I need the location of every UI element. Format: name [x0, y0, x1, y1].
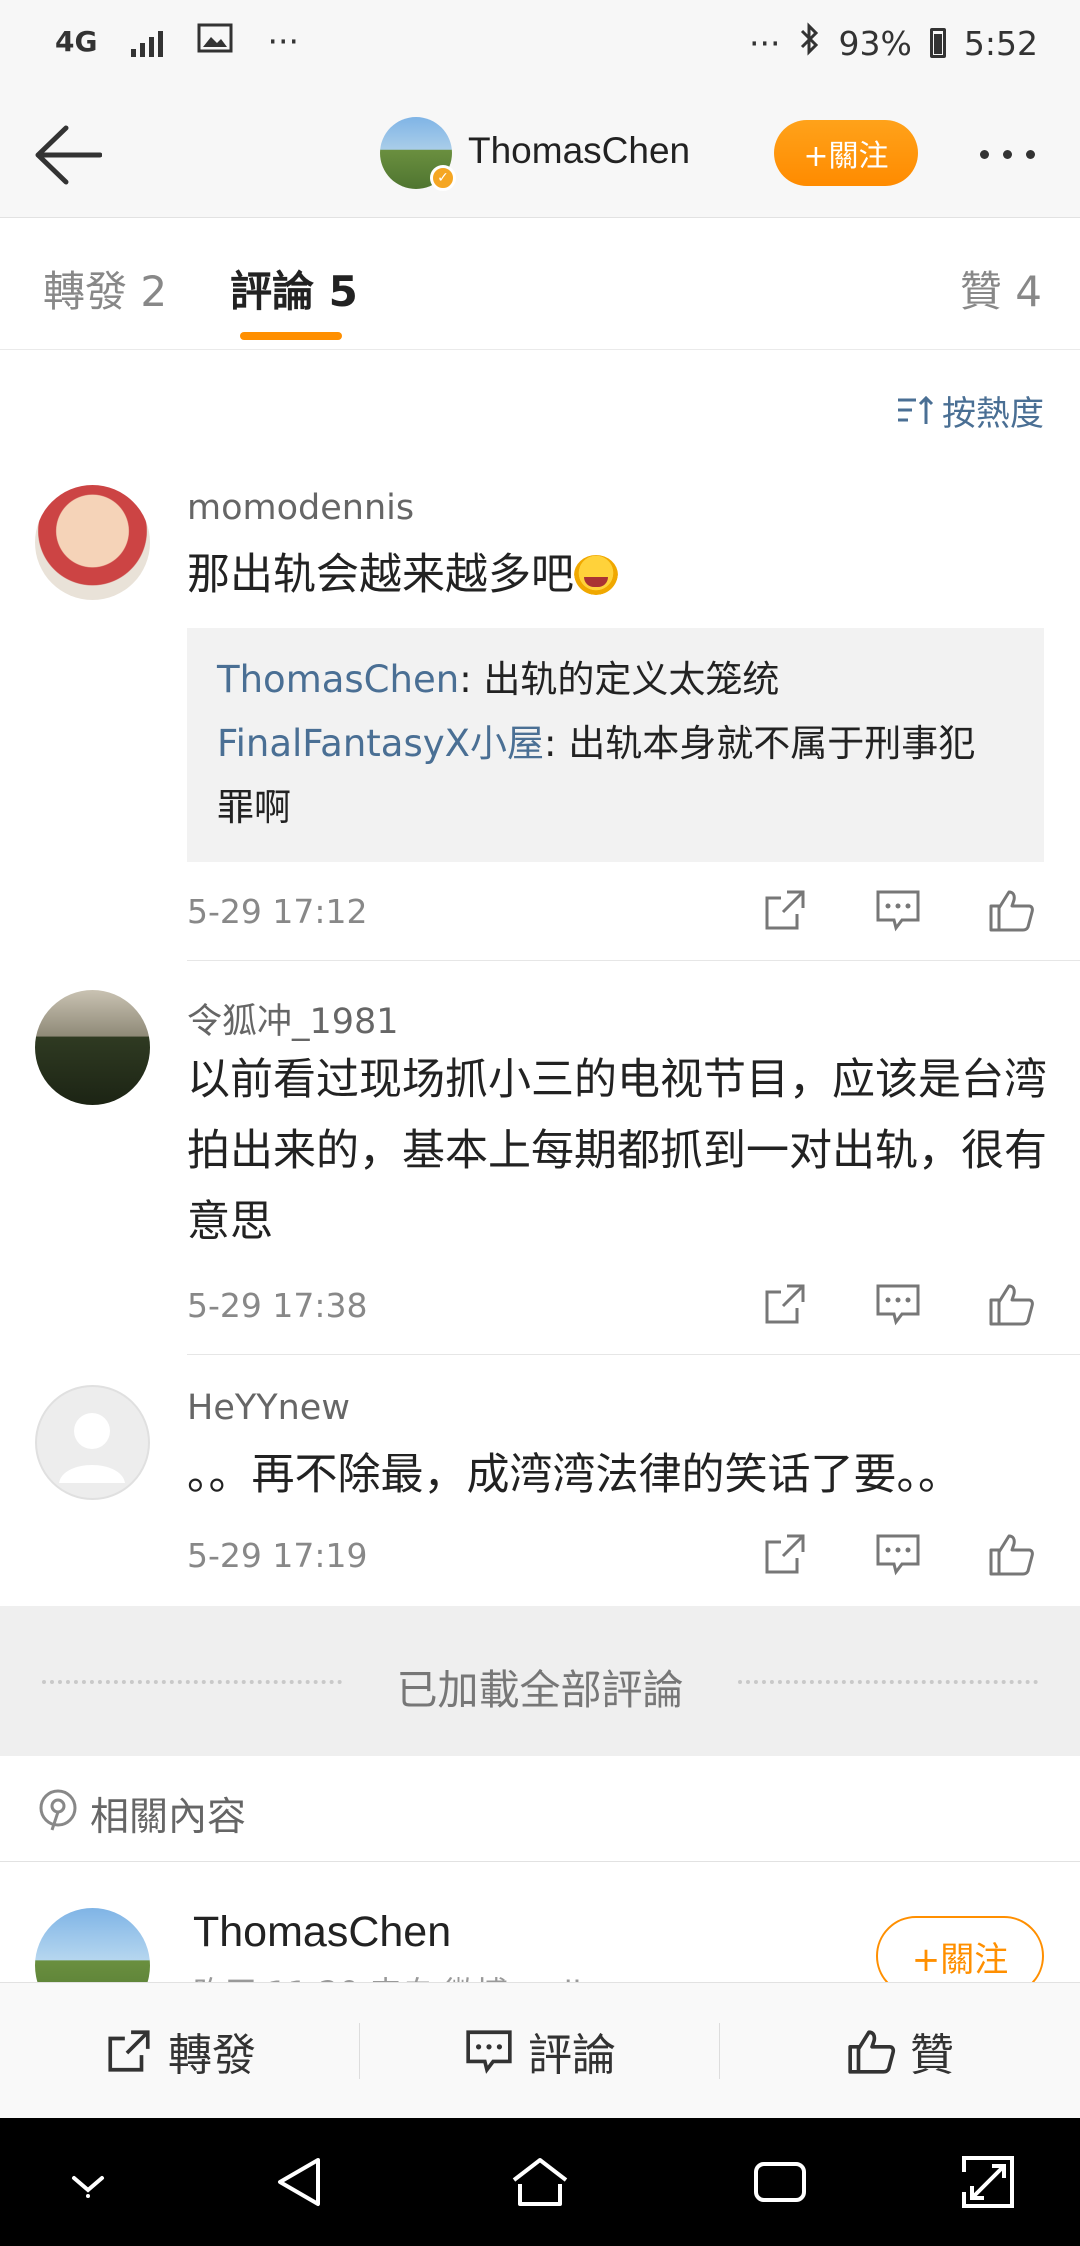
all-comments-loaded-banner: 已加載全部評論 — [0, 1606, 1080, 1756]
comment-time: 5-29 17:12 — [187, 892, 368, 931]
commenter-avatar[interactable] — [35, 1385, 150, 1500]
more-status: ··· — [749, 23, 781, 63]
related-user-avatar[interactable] — [35, 1908, 150, 1982]
share-icon[interactable] — [761, 1530, 809, 1578]
comment-meta: 5-29 17:38 — [187, 1280, 1047, 1330]
battery-icon — [929, 28, 946, 58]
commenter-avatar[interactable] — [35, 990, 150, 1105]
chevron-down-icon[interactable] — [58, 2152, 118, 2212]
tab-likes[interactable]: 贊 4 — [960, 258, 1042, 319]
bluetooth-icon — [799, 22, 821, 64]
like-button[interactable]: 贊 — [720, 1983, 1080, 2119]
arrow-left-icon — [35, 125, 103, 185]
tab-reposts[interactable]: 轉發 2 — [43, 258, 167, 319]
location-pin-icon — [39, 1789, 77, 1831]
reply-preview-box[interactable]: ThomasChen: 出轨的定义太笼统 FinalFantasyX小屋: 出轨… — [187, 628, 1044, 862]
reply-author[interactable]: FinalFantasyX小屋 — [217, 722, 544, 765]
clock: 5:52 — [963, 23, 1038, 63]
sort-by-hot-button[interactable]: 按熱度 — [896, 386, 1044, 435]
commenter-name[interactable]: momodennis — [187, 488, 414, 528]
repost-button[interactable]: 轉發 — [0, 1983, 360, 2119]
repost-label: 轉發 — [168, 2030, 256, 2081]
battery-percent: 93% — [838, 23, 912, 63]
reply-author[interactable]: ThomasChen — [217, 658, 459, 701]
related-follow-button[interactable]: +關注 — [876, 1916, 1044, 1982]
active-tab-indicator — [240, 332, 342, 340]
verified-badge-icon: ✓ — [430, 165, 456, 191]
comment-icon[interactable] — [874, 1280, 922, 1328]
comment-icon — [466, 2030, 512, 2074]
nav-expand-icon[interactable] — [958, 2152, 1018, 2212]
reply-text: : 出轨的定义太笼统 — [459, 658, 780, 701]
thumb-up-icon[interactable] — [987, 1530, 1035, 1578]
comment-time: 5-29 17:19 — [187, 1536, 368, 1575]
commenter-name[interactable]: 令狐冲_1981 — [187, 993, 399, 1044]
more-options-button[interactable] — [980, 150, 1035, 159]
signal-icon — [131, 27, 164, 57]
share-icon[interactable] — [761, 886, 809, 934]
comment-time: 5-29 17:38 — [187, 1286, 368, 1325]
comment-button[interactable]: 評論 — [360, 1983, 720, 2119]
bottom-action-bar: 轉發 評論 贊 — [0, 1982, 1080, 2118]
back-button[interactable] — [30, 120, 103, 190]
comment-label: 評論 — [528, 2030, 616, 2081]
reply-item: FinalFantasyX小屋: 出轨本身就不属于刑事犯罪啊 — [217, 712, 1012, 840]
commenter-name[interactable]: HeYYnew — [187, 1388, 350, 1428]
status-bar: 4G ··· ··· 93% 5:52 — [0, 0, 1080, 90]
related-user-name[interactable]: ThomasChen — [193, 1908, 451, 1957]
comment-body: 那出轨会越来越多吧 — [187, 550, 574, 600]
commenter-avatar[interactable] — [35, 485, 150, 600]
thumb-up-icon — [848, 2030, 896, 2074]
comment-text: 以前看过现场抓小三的电视节目，应该是台湾拍出来的，基本上每期都抓到一对出轨，很有… — [187, 1055, 1047, 1247]
share-icon[interactable] — [761, 1280, 809, 1328]
divider — [187, 960, 1080, 961]
like-label: 贊 — [910, 2030, 954, 2081]
more-notifications: ··· — [267, 22, 299, 61]
tab-bar: 轉發 2 評論 5 贊 4 — [0, 218, 1080, 350]
tab-comments[interactable]: 評論 5 — [230, 258, 358, 319]
related-user-item[interactable]: ThomasChen 昨天 11:20 来自 微博 weibo.com +關注 — [0, 1862, 1080, 1982]
comment-text: 。。再不除最，成湾湾法律的笑话了要。。 — [187, 1450, 961, 1500]
thumb-up-icon[interactable] — [987, 886, 1035, 934]
related-title: 相關內容 — [90, 1795, 247, 1840]
top-nav-bar: ✓ ThomasChen +關注 — [0, 90, 1080, 218]
reply-item: ThomasChen: 出轨的定义太笼统 — [217, 648, 1012, 712]
follow-button[interactable]: +關注 — [774, 120, 918, 186]
related-user-subtitle: 昨天 11:20 来自 微博 weibo.com — [193, 1968, 691, 1982]
network-indicator: 4G — [55, 25, 98, 58]
nav-home-icon[interactable] — [510, 2152, 570, 2212]
laugh-cry-emoji-icon — [574, 555, 618, 595]
nav-back-icon[interactable] — [270, 2152, 330, 2212]
image-notification-icon — [197, 22, 233, 61]
nav-recents-icon[interactable] — [750, 2152, 810, 2212]
divider — [187, 1354, 1080, 1355]
default-avatar-icon — [59, 1413, 125, 1483]
share-icon — [108, 2030, 150, 2072]
comment-meta: 5-29 17:12 — [187, 886, 1047, 936]
comment-meta: 5-29 17:19 — [187, 1530, 1047, 1580]
thumb-up-icon[interactable] — [987, 1280, 1035, 1328]
comment-icon[interactable] — [874, 886, 922, 934]
loaded-all-text: 已加載全部評論 — [396, 1666, 684, 1714]
related-content-header: 相關內容 — [0, 1756, 1080, 1862]
divider-dots — [738, 1680, 1038, 1684]
sort-icon — [898, 395, 934, 424]
sort-label: 按熱度 — [942, 394, 1044, 434]
comment-icon[interactable] — [874, 1530, 922, 1578]
author-name[interactable]: ThomasChen — [468, 130, 690, 172]
author-avatar[interactable]: ✓ — [380, 117, 456, 191]
comment-text: 那出轨会越来越多吧 — [187, 540, 1047, 611]
system-navigation-bar — [0, 2118, 1080, 2246]
